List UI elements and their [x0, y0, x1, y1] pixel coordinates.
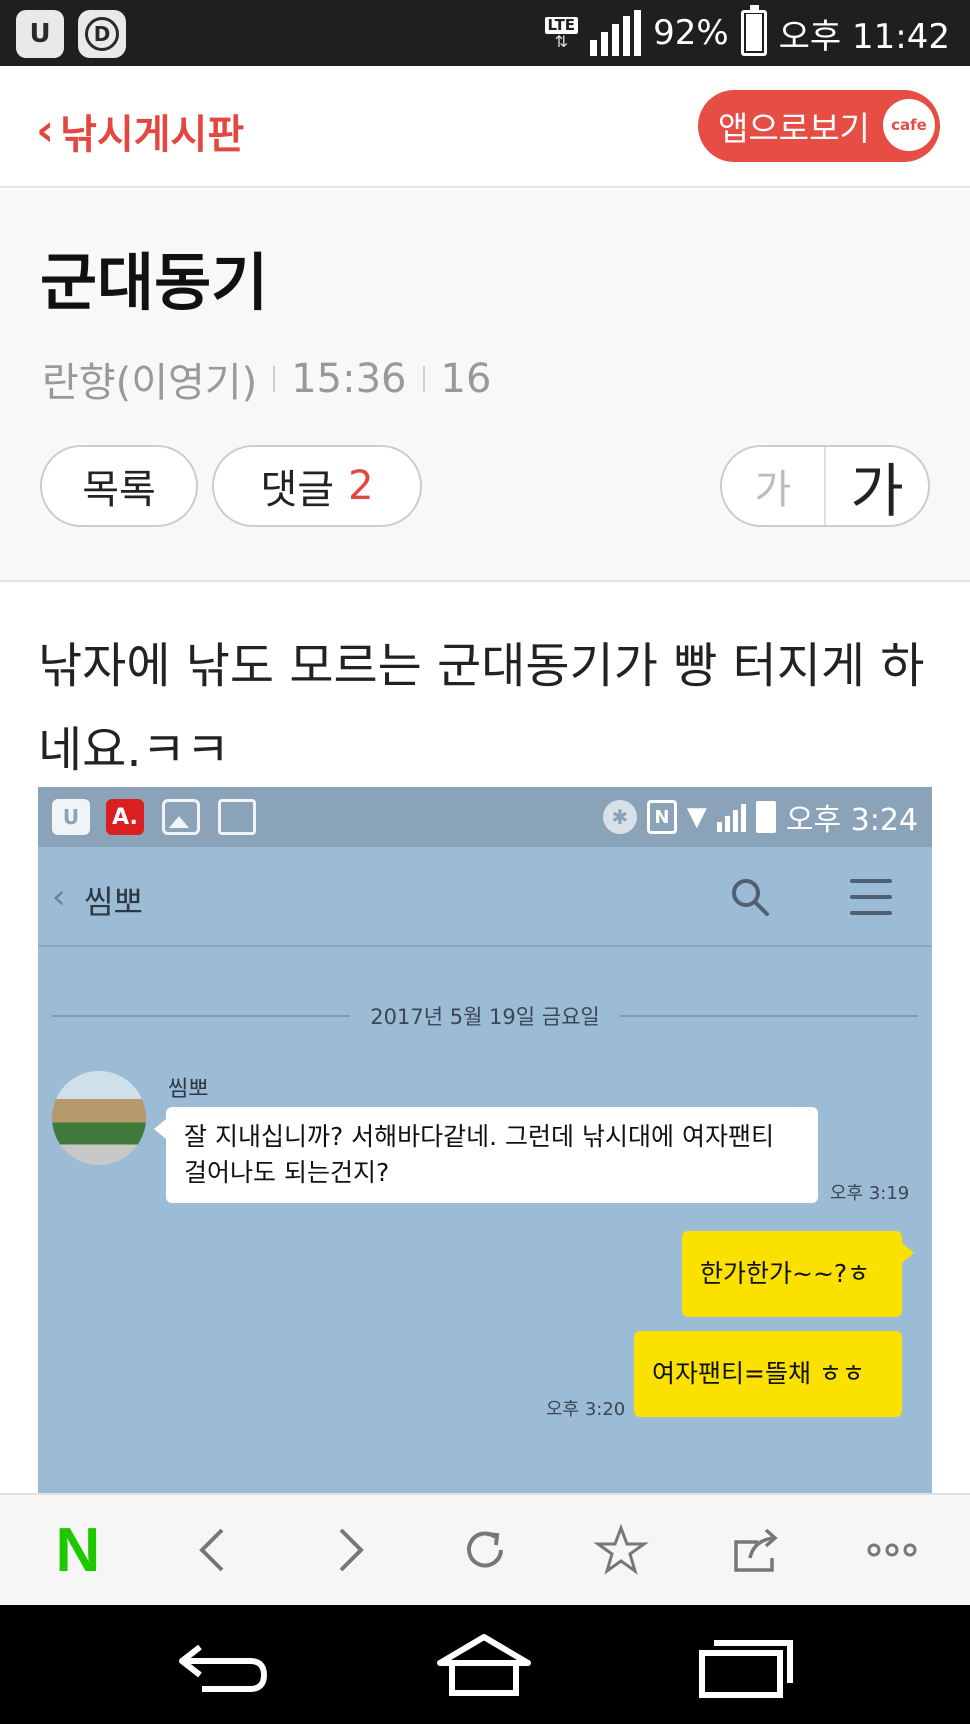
gallery-icon: [162, 799, 200, 835]
embedded-chat-screenshot: U A. ✱ N ▼ 오후 3:24 ‹ 씸뽀 2017년 5월 19일 금요일…: [38, 787, 932, 1493]
recent-apps-icon[interactable]: [696, 1627, 796, 1703]
back-icon[interactable]: [172, 1627, 272, 1703]
signal-icon: [716, 802, 746, 832]
share-icon[interactable]: [716, 1510, 796, 1590]
open-in-app-button[interactable]: 앱으로보기 cafe: [698, 90, 940, 162]
comment-count: 2: [348, 463, 374, 509]
refresh-icon[interactable]: [445, 1510, 525, 1590]
home-icon[interactable]: [434, 1627, 534, 1703]
uplus-app-icon: U: [52, 799, 90, 835]
chevron-left-icon: ‹: [52, 877, 66, 917]
post-time: 15:36: [291, 356, 407, 402]
battery-icon: [740, 5, 767, 56]
outgoing-message: 한가한가~~?ㅎ: [682, 1231, 914, 1317]
wifi-icon: ▼: [686, 802, 707, 832]
star-icon[interactable]: [581, 1510, 661, 1590]
board-name: 낚시게시판: [60, 112, 245, 158]
bluetooth-icon: ✱: [602, 800, 637, 834]
back-arrow-icon[interactable]: [174, 1510, 254, 1590]
list-button[interactable]: 목록: [40, 445, 198, 527]
author-name[interactable]: 란향(이영기): [42, 350, 257, 408]
font-size-toggle: 가 가: [720, 445, 930, 527]
bag-icon: [218, 799, 256, 835]
list-button-label: 목록: [82, 467, 156, 513]
signal-icon: [590, 10, 642, 56]
clock: 오후 11:42: [778, 16, 950, 57]
menu-icon: [850, 879, 892, 915]
browser-toolbar: N: [0, 1493, 970, 1605]
search-icon: [732, 879, 769, 916]
avatar: [52, 1071, 146, 1165]
chat-header: ‹ 씸뽀: [38, 847, 932, 947]
forward-arrow-icon[interactable]: [309, 1510, 389, 1590]
chevron-left-icon: ‹: [36, 105, 55, 156]
font-large-button[interactable]: 가: [826, 447, 928, 525]
embedded-status-bar: U A. ✱ N ▼ 오후 3:24: [38, 787, 932, 847]
more-icon[interactable]: [852, 1510, 932, 1590]
board-back-link[interactable]: ‹ 낚시게시판: [36, 102, 244, 160]
article-body-text: 낚자에 낚도 모르는 군대동기가 빵 터지게 하네요.ㅋㅋ: [38, 638, 925, 778]
d-app-icon: D: [78, 10, 126, 58]
status-bar: U D LTE ⇅ 92% 오후 11:42: [0, 0, 970, 66]
incoming-message: 잘 지내십니까? 서해바다같네. 그런데 낚시대에 여자팬티 걸어나도 되는건지…: [154, 1107, 818, 1203]
message-time: 오후 3:19: [830, 1183, 910, 1204]
outgoing-message: 여자팬티=뜰채 ㅎㅎ: [634, 1331, 902, 1417]
comment-button[interactable]: 댓글 2: [212, 445, 422, 527]
a-app-icon: A.: [106, 799, 144, 835]
chat-title: 씸뽀: [84, 883, 143, 921]
date-divider: 2017년 5월 19일 금요일: [52, 1001, 919, 1031]
battery-icon: [755, 801, 776, 833]
naver-icon[interactable]: N: [38, 1510, 118, 1590]
embedded-clock: 오후 3:24: [785, 803, 918, 838]
uplus-app-icon: U: [16, 10, 64, 58]
cafe-header: ‹ 낚시게시판 앱으로보기 cafe: [0, 66, 970, 188]
navigation-bar: [0, 1605, 970, 1724]
article-header: 군대동기 란향(이영기) 15:36 16 목록 댓글 2 가 가: [0, 190, 970, 582]
open-in-app-label: 앱으로보기: [718, 109, 870, 148]
lte-icon: LTE ⇅: [544, 16, 579, 50]
battery-percent: 92%: [653, 13, 729, 53]
comment-label: 댓글: [260, 467, 335, 513]
article-meta: 란향(이영기) 15:36 16: [42, 350, 491, 408]
date-divider-text: 2017년 5월 19일 금요일: [370, 1005, 600, 1029]
font-small-button[interactable]: 가: [722, 447, 826, 525]
nfc-icon: N: [646, 800, 677, 834]
sender-name: 씸뽀: [168, 1077, 209, 1102]
cafe-logo-icon: cafe: [883, 99, 935, 151]
view-count: 16: [440, 356, 492, 402]
article-title: 군대동기: [40, 246, 269, 319]
message-time: 오후 3:20: [546, 1399, 626, 1420]
